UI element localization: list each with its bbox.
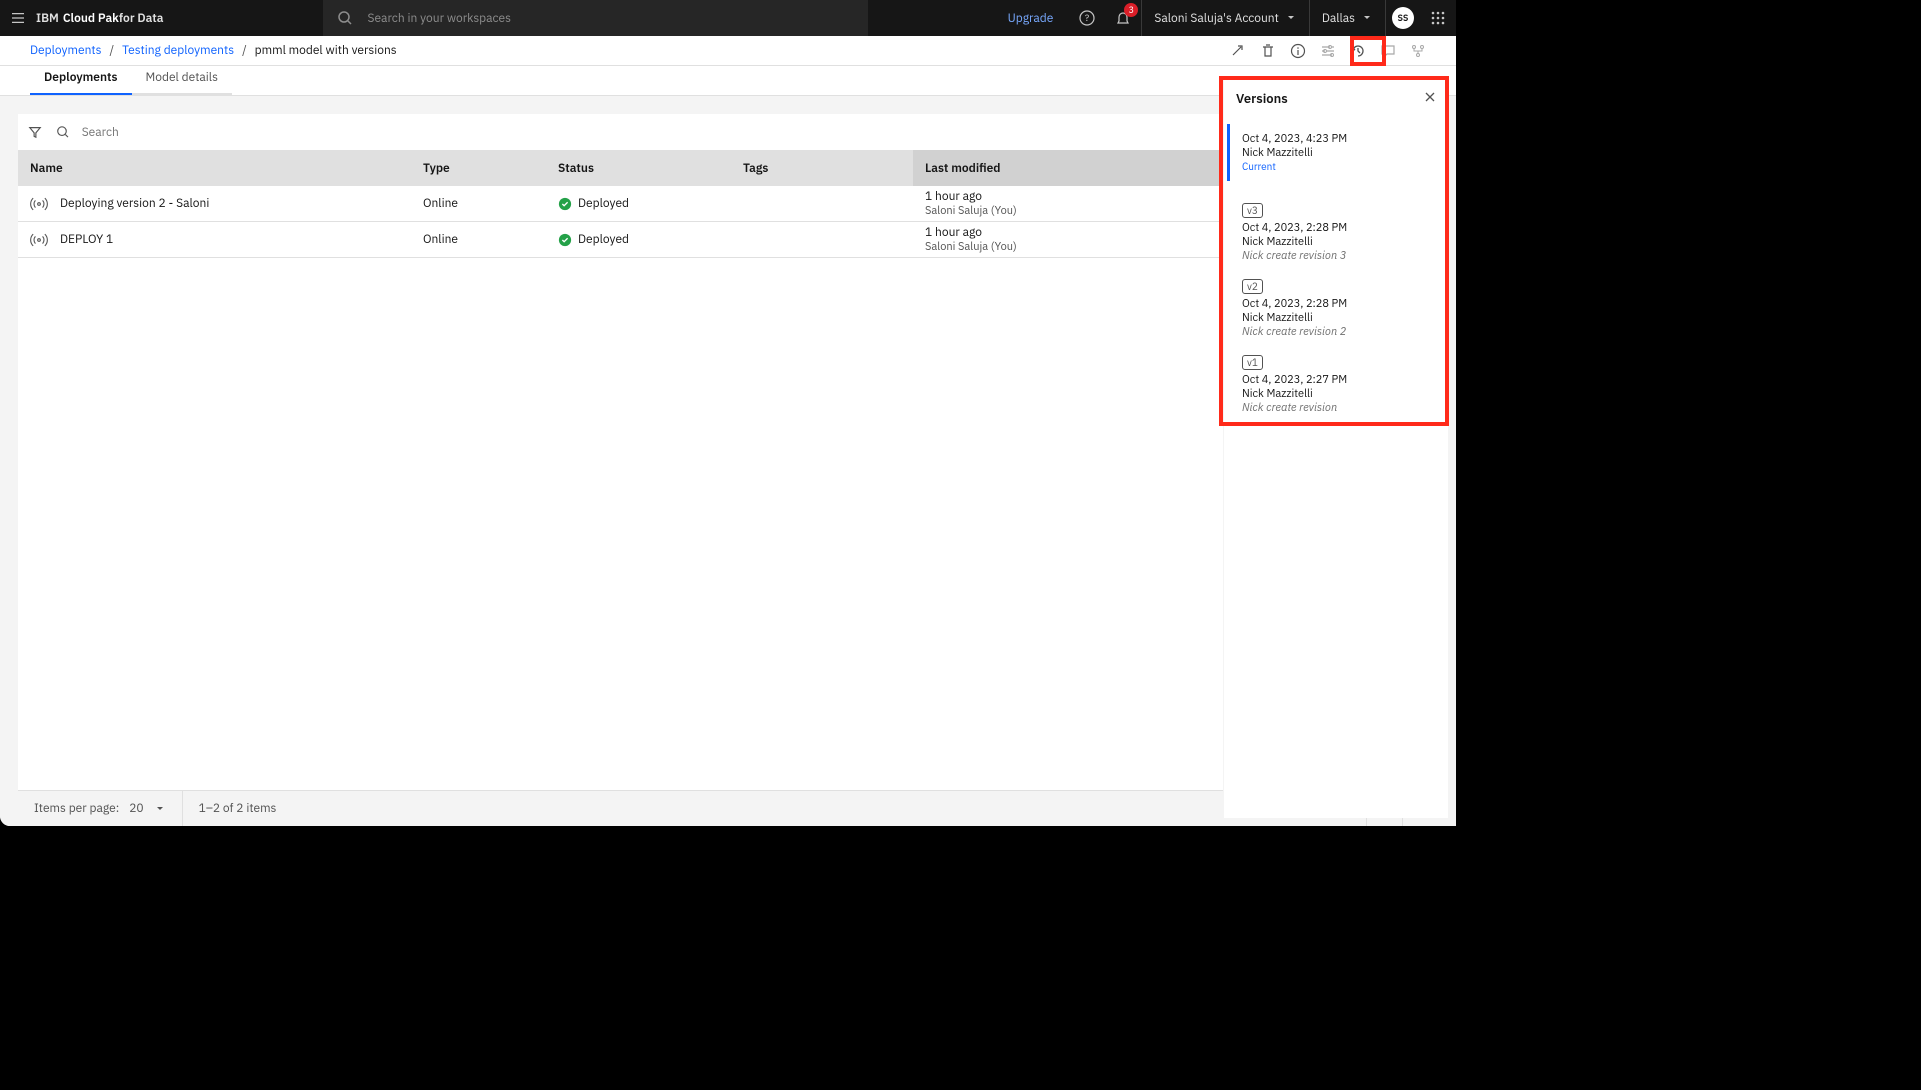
version-tag: v1 xyxy=(1242,355,1263,370)
global-search[interactable]: Search in your workspaces xyxy=(323,0,868,36)
success-icon xyxy=(558,233,572,247)
crumb-testing[interactable]: Testing deployments xyxy=(122,43,234,58)
th-tags[interactable]: Tags xyxy=(743,161,913,176)
items-per-page-select[interactable]: 20 xyxy=(129,801,165,816)
notifications-icon[interactable]: 3 xyxy=(1105,0,1141,36)
settings-icon[interactable] xyxy=(1320,43,1336,59)
row-name: Deploying version 2 - Saloni xyxy=(60,196,209,211)
version-item[interactable]: v3 Oct 4, 2023, 2:28 PM Nick Mazzitelli … xyxy=(1224,195,1448,271)
row-name: DEPLOY 1 xyxy=(60,232,113,247)
search-icon xyxy=(56,125,70,139)
chevron-down-icon xyxy=(1361,12,1373,24)
table-search[interactable] xyxy=(52,114,1246,150)
versions-title: Versions xyxy=(1236,90,1288,107)
th-status[interactable]: Status xyxy=(558,161,743,176)
tab-deployments[interactable]: Deployments xyxy=(30,62,132,95)
hamburger-menu[interactable] xyxy=(0,0,36,36)
version-tag: v2 xyxy=(1242,279,1263,294)
avatar[interactable]: SS xyxy=(1392,7,1414,29)
versions-panel: Versions Oct 4, 2023, 4:23 PM Nick Mazzi… xyxy=(1223,78,1448,818)
success-icon xyxy=(558,197,572,211)
help-icon[interactable]: ? xyxy=(1069,0,1105,36)
delete-icon[interactable] xyxy=(1260,43,1276,59)
app-switcher-icon[interactable] xyxy=(1420,0,1456,36)
version-item[interactable]: v2 Oct 4, 2023, 2:28 PM Nick Mazzitelli … xyxy=(1224,271,1448,347)
current-badge: Current xyxy=(1242,160,1428,173)
online-deployment-icon xyxy=(30,231,48,249)
info-icon[interactable] xyxy=(1290,43,1306,59)
version-item[interactable]: v1 Oct 4, 2023, 2:27 PM Nick Mazzitelli … xyxy=(1224,347,1448,423)
row-modified-by: Saloni Saluja (You) xyxy=(925,240,1017,254)
search-input[interactable] xyxy=(78,125,1247,140)
breadcrumb: Deployments / Testing deployments / pmml… xyxy=(30,43,397,58)
notification-badge: 3 xyxy=(1124,3,1138,17)
row-modified: 1 hour ago xyxy=(925,189,982,204)
pagination-range: 1–2 of 2 items xyxy=(183,801,293,816)
brand: IBM Cloud Pak for Data xyxy=(36,11,163,26)
row-modified: 1 hour ago xyxy=(925,225,982,240)
th-type[interactable]: Type xyxy=(423,161,558,176)
row-status: Deployed xyxy=(558,196,743,211)
crumb-current: pmml model with versions xyxy=(255,43,397,58)
history-icon[interactable] xyxy=(1350,43,1366,59)
row-modified-by: Saloni Saluja (You) xyxy=(925,204,1017,218)
search-icon xyxy=(337,10,353,26)
region-dropdown[interactable]: Dallas xyxy=(1310,11,1385,26)
account-dropdown[interactable]: Saloni Saluja's Account xyxy=(1142,11,1308,26)
row-status: Deployed xyxy=(558,232,743,247)
upgrade-link[interactable]: Upgrade xyxy=(992,0,1070,36)
region-name: Dallas xyxy=(1322,11,1355,26)
chevron-down-icon xyxy=(154,803,166,815)
version-tag: v3 xyxy=(1242,203,1263,218)
lineage-icon[interactable] xyxy=(1410,43,1426,59)
row-type: Online xyxy=(423,232,558,247)
tab-model-details[interactable]: Model details xyxy=(132,62,232,95)
online-deployment-icon xyxy=(30,195,48,213)
version-item-current[interactable]: Oct 4, 2023, 4:23 PM Nick Mazzitelli Cur… xyxy=(1227,124,1442,181)
filter-button[interactable] xyxy=(18,114,52,150)
account-name: Saloni Saluja's Account xyxy=(1154,11,1278,26)
global-search-placeholder: Search in your workspaces xyxy=(367,11,510,26)
chevron-down-icon xyxy=(1285,12,1297,24)
comments-icon[interactable] xyxy=(1380,43,1396,59)
items-per-page-label: Items per page: xyxy=(34,801,119,816)
close-versions-button[interactable] xyxy=(1424,88,1436,108)
crumb-deployments[interactable]: Deployments xyxy=(30,43,101,58)
th-name[interactable]: Name xyxy=(18,161,423,176)
row-type: Online xyxy=(423,196,558,211)
svg-text:?: ? xyxy=(1085,13,1089,24)
promote-icon[interactable] xyxy=(1230,43,1246,59)
